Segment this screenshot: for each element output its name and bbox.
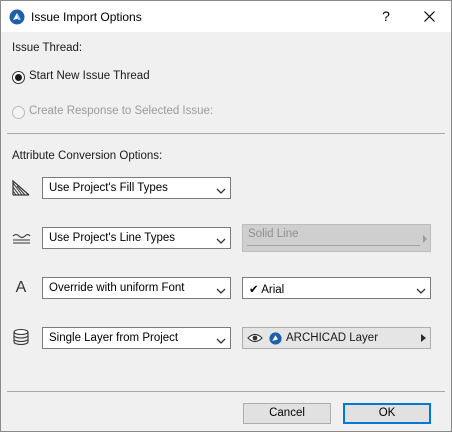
chevron-right-icon [421,334,426,342]
cancel-button[interactable]: Cancel [243,403,331,424]
layer-option-select[interactable]: Single Layer from Project [42,327,231,349]
layer-picker[interactable]: ARCHICAD Layer [242,327,431,349]
layer-name-value: ARCHICAD Layer [286,332,379,344]
archicad-app-icon [9,9,25,25]
line-types-select[interactable]: Use Project's Line Types [42,227,231,249]
footer-divider [7,391,445,392]
font-name-value-group: ✔ Arial [249,282,284,296]
line-types-icon [11,228,31,248]
create-response-label: Create Response to Selected Issue: [29,105,214,117]
chevron-right-icon [423,235,427,243]
attribute-conversion-heading: Attribute Conversion Options: [12,150,163,162]
close-button[interactable] [413,1,447,32]
start-new-thread-label[interactable]: Start New Issue Thread [29,70,150,82]
checkmark-icon: ✔ [249,284,259,296]
chevron-down-icon [416,284,426,298]
start-new-thread-radio[interactable] [12,71,25,84]
window-title: Issue Import Options [31,10,142,24]
layers-icon [11,327,31,347]
fill-types-icon [11,178,31,198]
close-icon [424,11,435,22]
create-response-radio[interactable] [12,106,25,119]
line-type-preview [247,245,420,246]
chevron-down-icon [216,334,226,348]
font-option-select-value: Override with uniform Font [49,282,185,294]
chevron-down-icon [216,234,226,248]
chevron-down-icon [216,284,226,298]
chevron-down-icon [216,184,226,198]
line-types-select-value: Use Project's Line Types [49,232,175,244]
title-bar: Issue Import Options ? [1,1,451,32]
issue-import-options-dialog: Issue Import Options ? Issue Thread: Sta… [0,0,452,432]
font-option-select[interactable]: Override with uniform Font [42,277,231,299]
dialog-body: Issue Thread: Start New Issue Thread Cre… [1,32,451,431]
issue-thread-heading: Issue Thread: [12,42,83,54]
eye-icon [247,332,263,347]
archicad-layer-icon [269,332,282,348]
font-icon: A [15,279,27,296]
line-type-value: Solid Line [248,228,299,240]
line-type-picker: Solid Line [242,224,431,252]
ok-button[interactable]: OK [343,403,431,424]
font-name-select[interactable]: ✔ Arial [242,277,431,299]
fill-types-select[interactable]: Use Project's Fill Types [42,177,231,199]
font-name-value: Arial [261,284,285,296]
section-divider [7,133,445,134]
help-button[interactable]: ? [371,1,401,32]
fill-types-select-value: Use Project's Fill Types [49,182,168,194]
layer-option-select-value: Single Layer from Project [49,332,179,344]
